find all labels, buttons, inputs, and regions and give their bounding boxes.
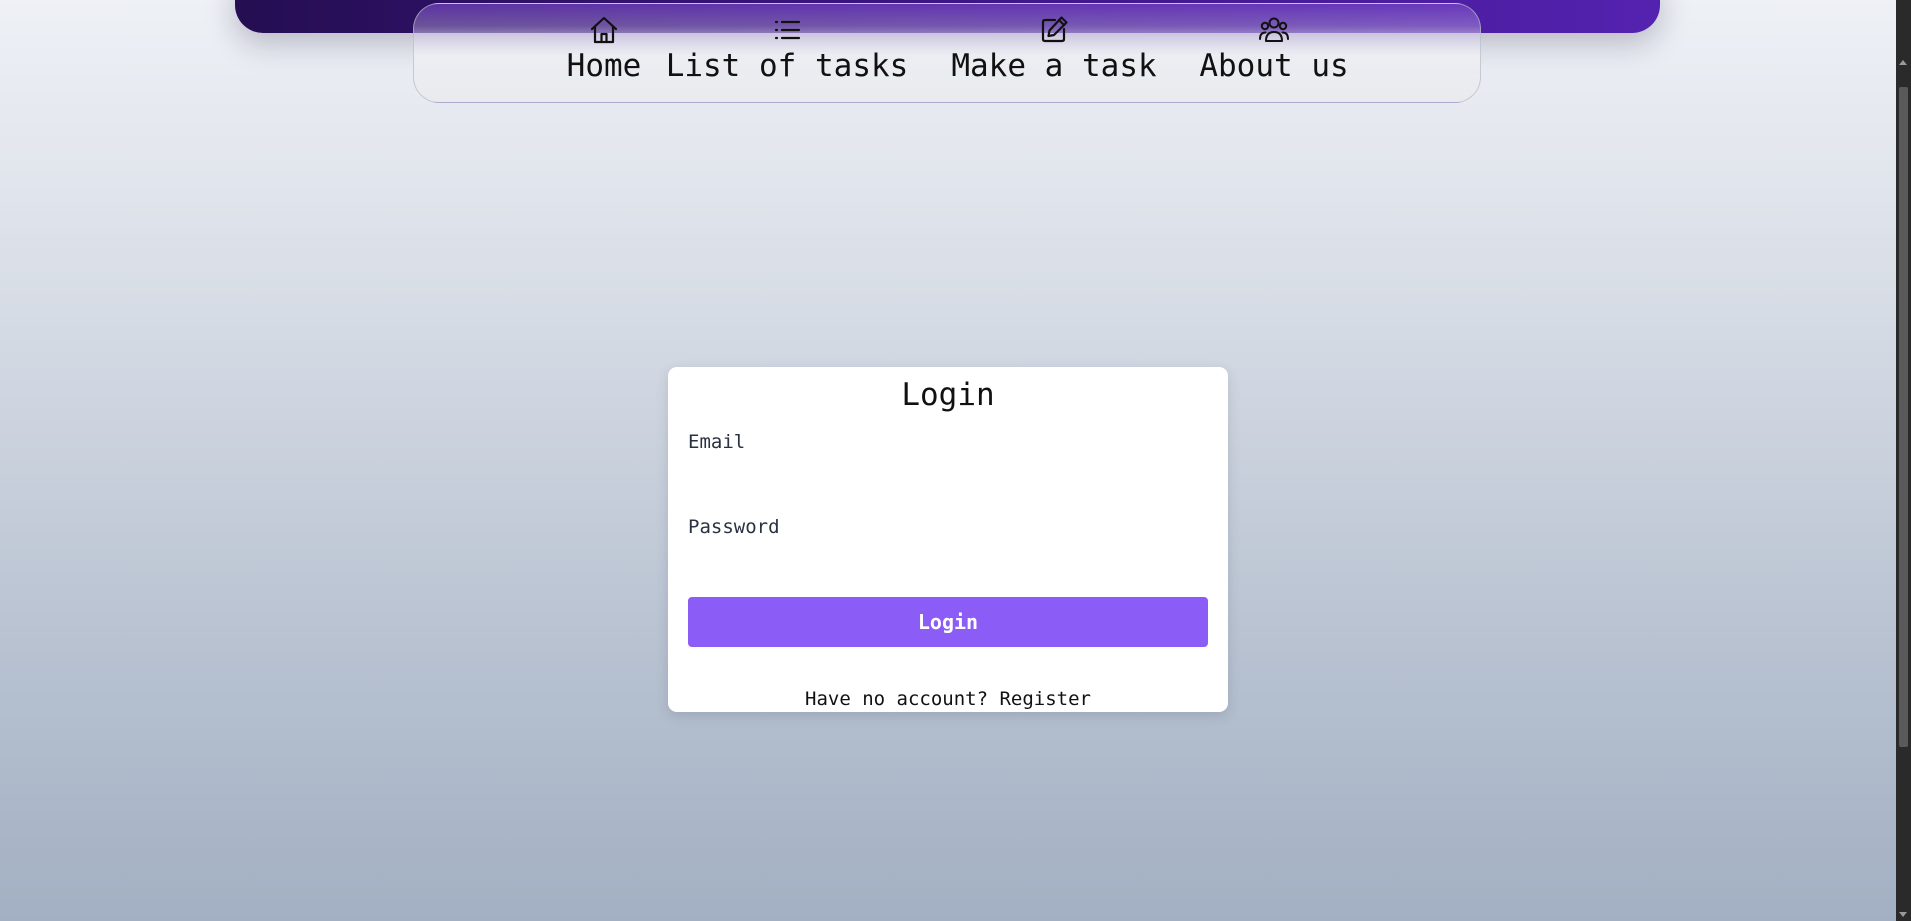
scroll-up-arrow-icon[interactable] bbox=[1899, 60, 1907, 65]
scroll-thumb[interactable] bbox=[1899, 87, 1908, 747]
email-label: Email bbox=[688, 431, 746, 453]
nav-item-make-a-task[interactable]: Make a task bbox=[951, 14, 1157, 84]
password-label: Password bbox=[688, 516, 780, 538]
edit-icon bbox=[1038, 14, 1070, 46]
login-title: Login bbox=[901, 377, 995, 413]
list-icon bbox=[771, 14, 803, 46]
nav-label-make-a-task: Make a task bbox=[951, 48, 1157, 84]
register-link[interactable]: Register bbox=[999, 688, 1091, 710]
password-field[interactable] bbox=[688, 544, 1212, 576]
nav-item-list-of-tasks[interactable]: List of tasks bbox=[666, 14, 908, 84]
login-card: Login Email Password Login Have no accou… bbox=[668, 367, 1228, 712]
login-button[interactable]: Login bbox=[688, 597, 1208, 647]
nav-item-home[interactable]: Home bbox=[549, 14, 659, 84]
nav-label-home: Home bbox=[566, 48, 642, 84]
register-prompt: Have no account? Register bbox=[668, 688, 1228, 710]
home-icon bbox=[588, 14, 620, 46]
scroll-down-arrow-icon[interactable] bbox=[1899, 912, 1907, 917]
users-icon bbox=[1258, 14, 1290, 46]
no-account-text: Have no account? bbox=[805, 688, 989, 710]
nav-item-about-us[interactable]: About us bbox=[1199, 14, 1349, 84]
vertical-scrollbar[interactable] bbox=[1896, 0, 1911, 921]
email-field[interactable] bbox=[688, 459, 1212, 491]
nav-label-list-of-tasks: List of tasks bbox=[665, 48, 909, 84]
nav-label-about-us: About us bbox=[1199, 48, 1349, 84]
